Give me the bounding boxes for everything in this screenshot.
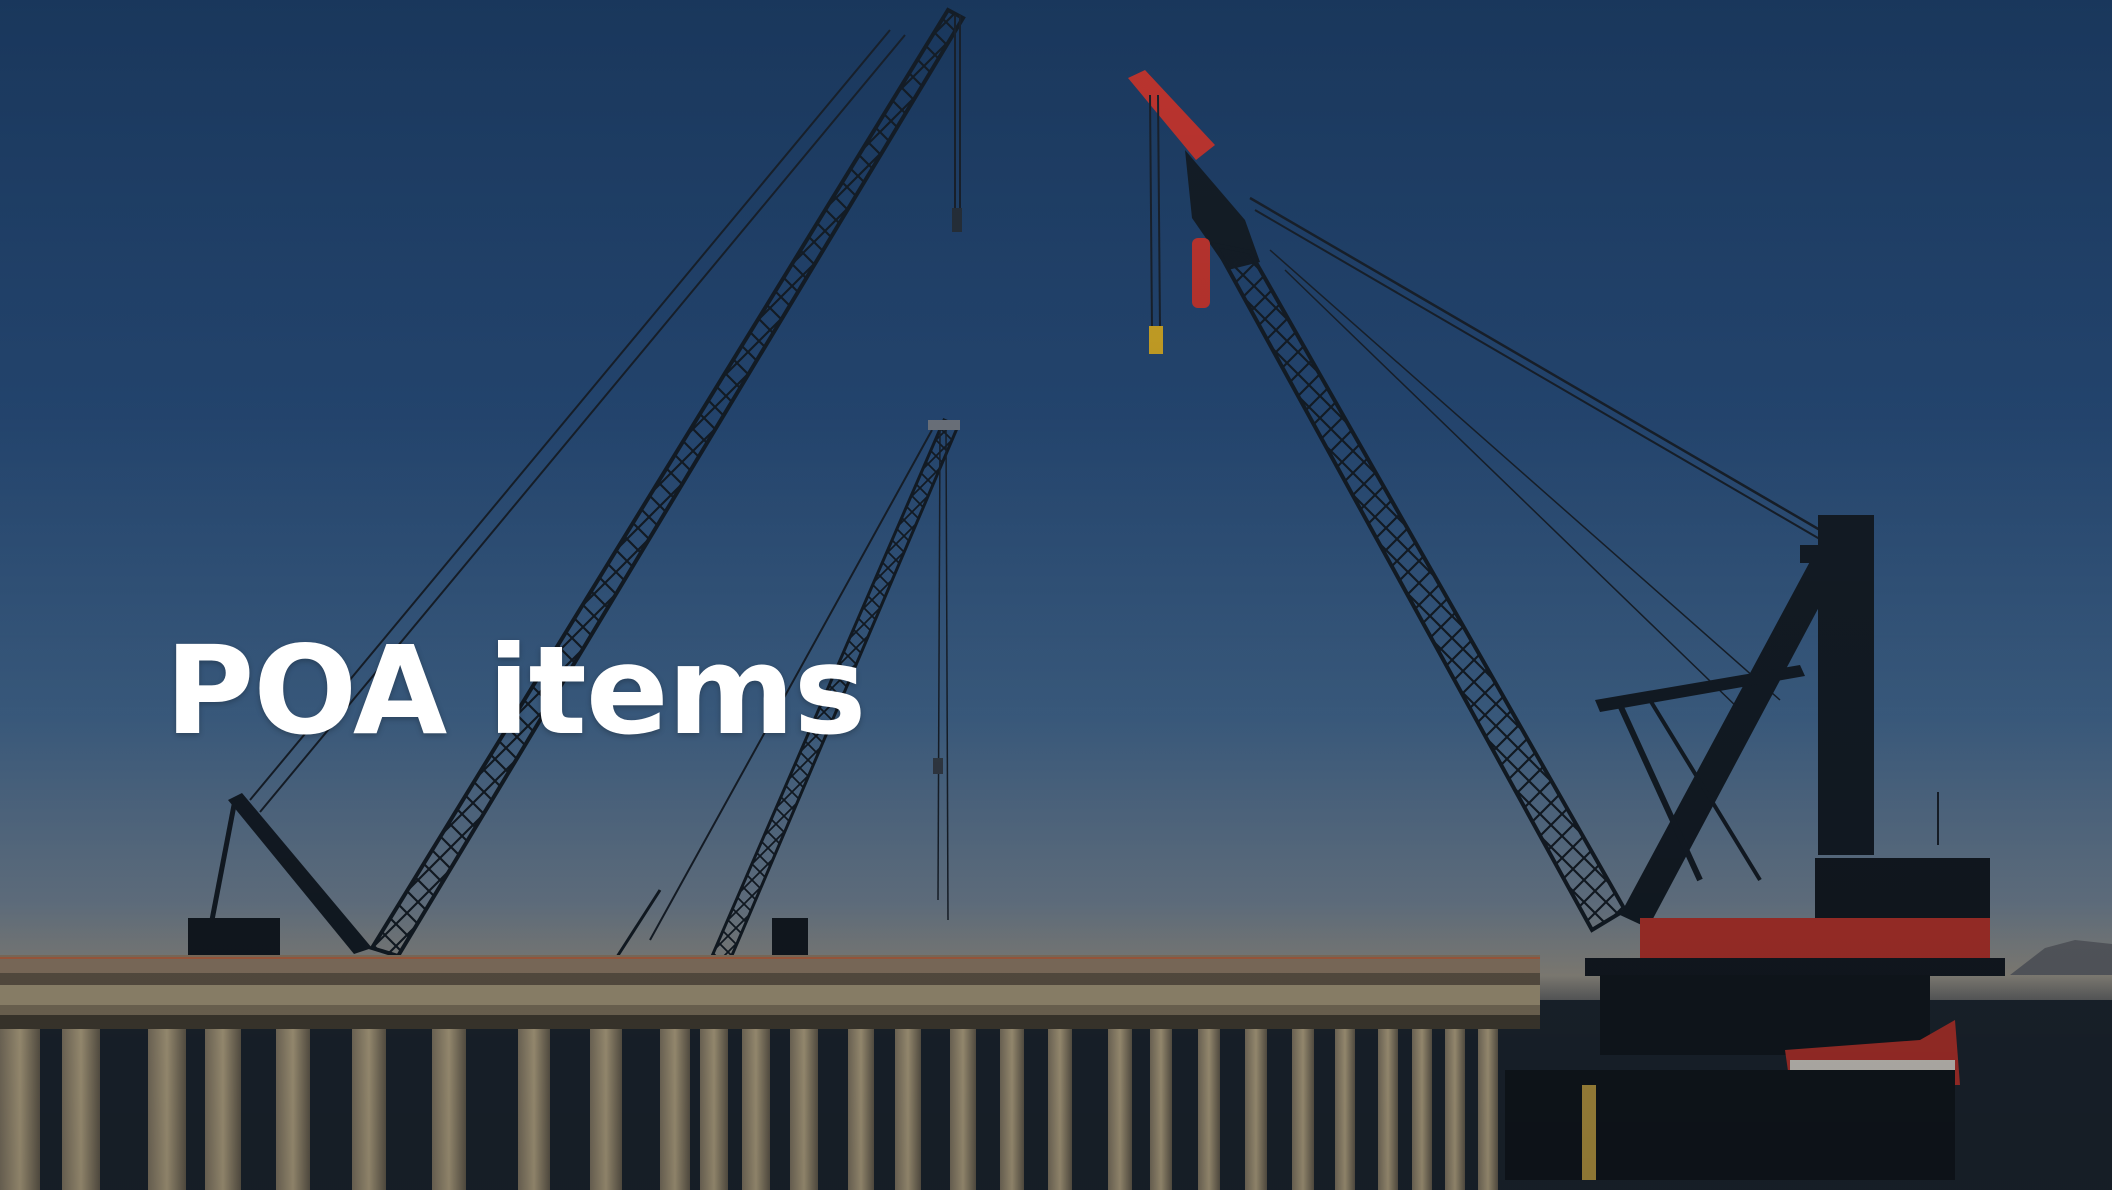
background-photo xyxy=(0,0,2112,1190)
slide: POA items xyxy=(0,0,2112,1190)
photo-overlay xyxy=(0,0,2112,1190)
slide-title: POA items xyxy=(165,620,866,762)
